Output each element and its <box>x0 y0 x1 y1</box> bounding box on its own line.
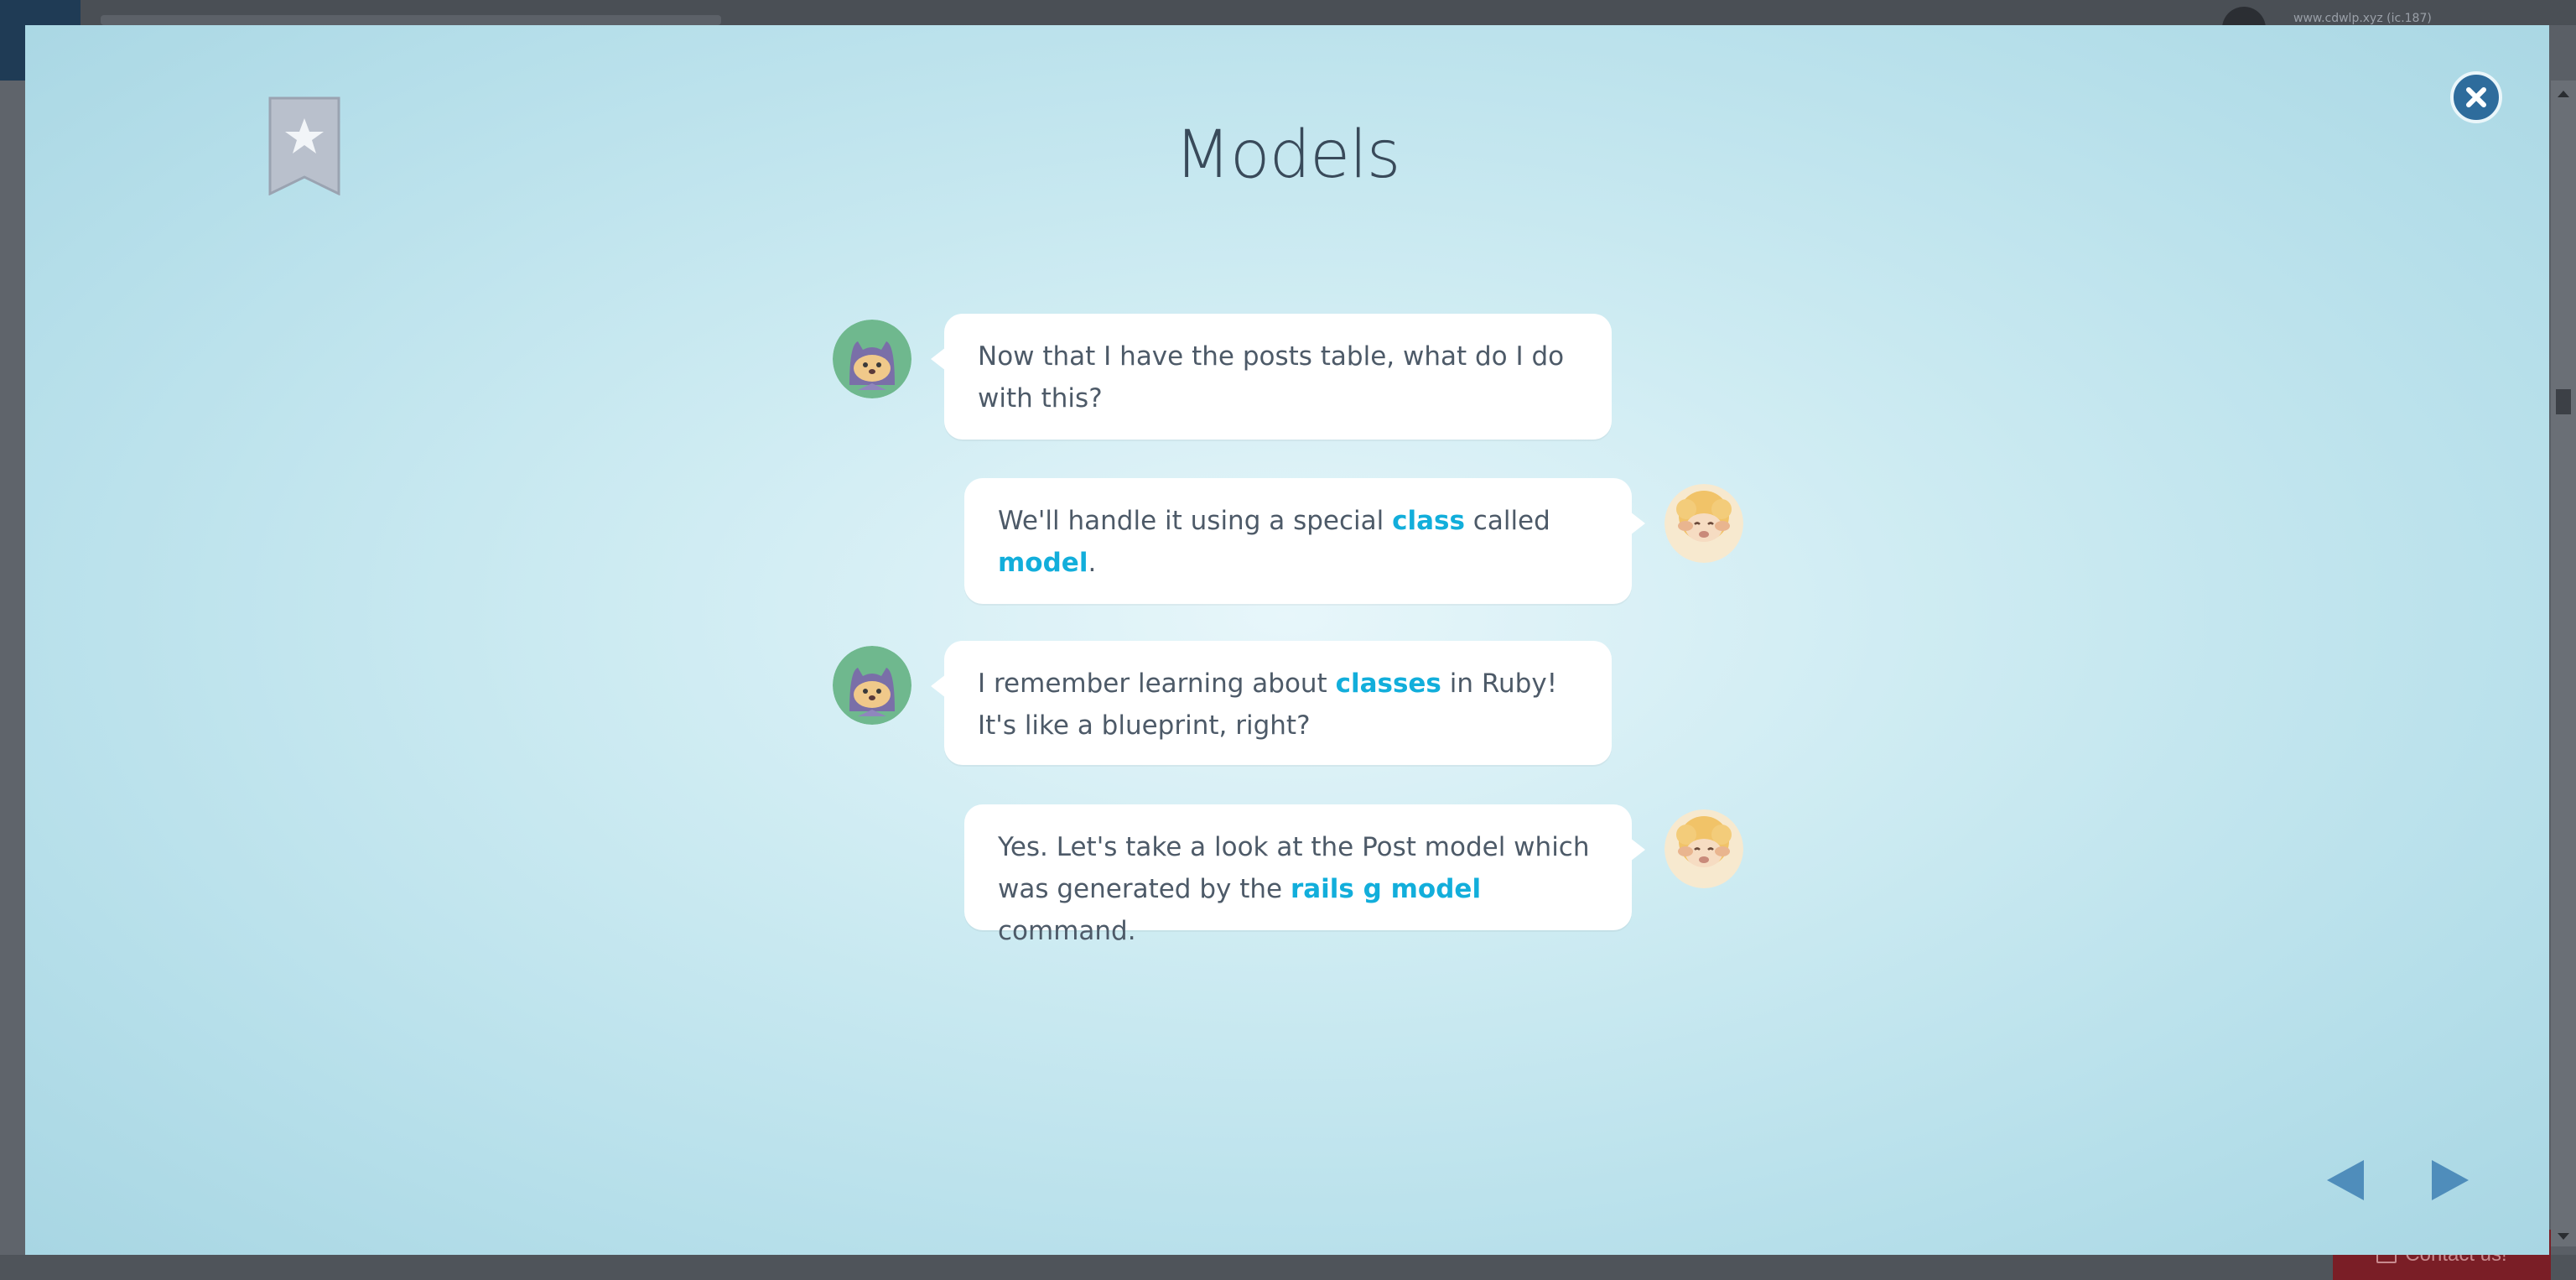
sheep-avatar <box>1665 809 1743 888</box>
keyword-link-class[interactable]: class <box>1392 506 1465 536</box>
close-button[interactable] <box>2450 71 2502 123</box>
message-text: Now that I have the posts table, what do… <box>978 341 1565 414</box>
message-bubble: Yes. Let's take a look at the Post model… <box>964 804 1645 946</box>
message-text: We'll handle it using a special <box>998 506 1393 536</box>
background-bottom-bar <box>0 1255 2576 1280</box>
cat-character-icon <box>833 646 911 725</box>
background-tab <box>101 15 721 25</box>
keyword-link-classes[interactable]: classes <box>1336 669 1441 699</box>
background-left-bar <box>0 81 25 1255</box>
message-text: . <box>1088 548 1097 578</box>
scroll-down-arrow-icon <box>2558 1233 2569 1240</box>
background-scrollbar <box>2551 81 2576 1246</box>
background-url-text: www.cdwlp.xyz (ic.187) <box>2293 12 2432 25</box>
sheep-character-icon <box>1665 809 1743 888</box>
message-bubble: Now that I have the posts table, what do… <box>931 314 1612 440</box>
lesson-modal: Models Now that I have the posts table, … <box>25 25 2549 1255</box>
message-bubble: We'll handle it using a special class ca… <box>964 478 1645 604</box>
cat-character-icon <box>833 320 911 398</box>
close-icon <box>2466 87 2486 107</box>
scroll-up-arrow-icon <box>2558 91 2569 97</box>
sheep-character-icon <box>1665 484 1743 563</box>
lesson-title: Models <box>1174 117 1401 193</box>
sheep-avatar <box>1665 484 1743 563</box>
message-bubble: I remember learning about classes in Rub… <box>931 641 1612 765</box>
message-text: I remember learning about <box>978 669 1336 699</box>
cat-avatar <box>833 646 911 725</box>
next-arrow-button[interactable] <box>2432 1160 2469 1200</box>
cat-avatar <box>833 320 911 398</box>
keyword-link-model[interactable]: model <box>998 548 1088 578</box>
message-text: called <box>1464 506 1550 536</box>
scrollbar-thumb <box>2556 389 2571 414</box>
keyword-link-rails-g-model[interactable]: rails g model <box>1291 874 1481 904</box>
message-text: command. <box>998 916 1136 946</box>
previous-arrow-button[interactable] <box>2327 1160 2364 1200</box>
